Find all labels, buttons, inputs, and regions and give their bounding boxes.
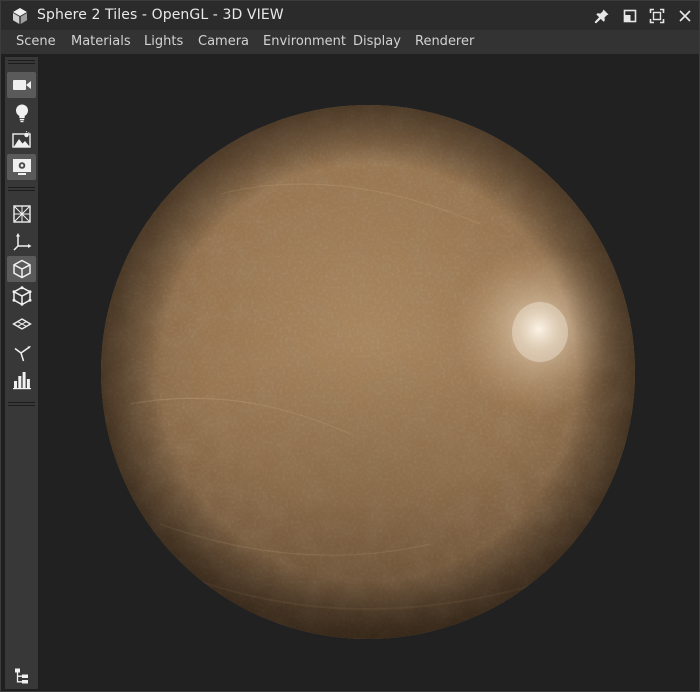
menu-renderer[interactable]: Renderer	[415, 34, 474, 49]
scene-tree-icon[interactable]	[7, 663, 36, 689]
axis-gizmo-icon[interactable]	[7, 229, 36, 255]
pin-icon[interactable]	[593, 7, 611, 25]
menu-environment[interactable]: Environment	[263, 34, 346, 49]
restore-icon[interactable]	[621, 7, 639, 25]
menu-display[interactable]: Display	[353, 34, 401, 49]
toolbar-grip[interactable]	[8, 187, 35, 191]
normals-icon[interactable]	[7, 339, 36, 365]
camera-icon[interactable]	[7, 72, 36, 98]
app-cube-icon	[10, 6, 30, 26]
wireframe-cube-icon[interactable]	[7, 201, 36, 227]
close-icon[interactable]	[676, 7, 694, 25]
toolbar-grip[interactable]	[8, 60, 35, 64]
display-settings-icon[interactable]	[7, 154, 36, 180]
histogram-icon[interactable]	[7, 367, 36, 393]
menu-materials[interactable]: Materials	[71, 34, 131, 49]
layers-plane-icon[interactable]	[7, 312, 36, 338]
environment-image-icon[interactable]	[7, 127, 36, 153]
3d-viewport[interactable]	[39, 54, 699, 691]
window-title: Sphere 2 Tiles - OpenGL - 3D VIEW	[37, 7, 284, 23]
maximize-icon[interactable]	[648, 7, 666, 25]
light-bulb-icon[interactable]	[7, 100, 36, 126]
toolbar-grip[interactable]	[8, 402, 35, 406]
left-toolbar	[5, 57, 38, 689]
solid-cube-icon[interactable]	[7, 256, 36, 282]
3d-view-window: Sphere 2 Tiles - OpenGL - 3D VIEW Scene …	[0, 0, 700, 692]
menu-lights[interactable]: Lights	[144, 34, 183, 49]
material-sphere[interactable]	[100, 104, 636, 640]
title-bar[interactable]: Sphere 2 Tiles - OpenGL - 3D VIEW	[1, 1, 699, 30]
menu-camera[interactable]: Camera	[198, 34, 249, 49]
menu-bar: Scene Materials Lights Camera Environmen…	[1, 30, 699, 54]
cube-edges-icon[interactable]	[7, 283, 36, 309]
menu-scene[interactable]: Scene	[16, 34, 56, 49]
